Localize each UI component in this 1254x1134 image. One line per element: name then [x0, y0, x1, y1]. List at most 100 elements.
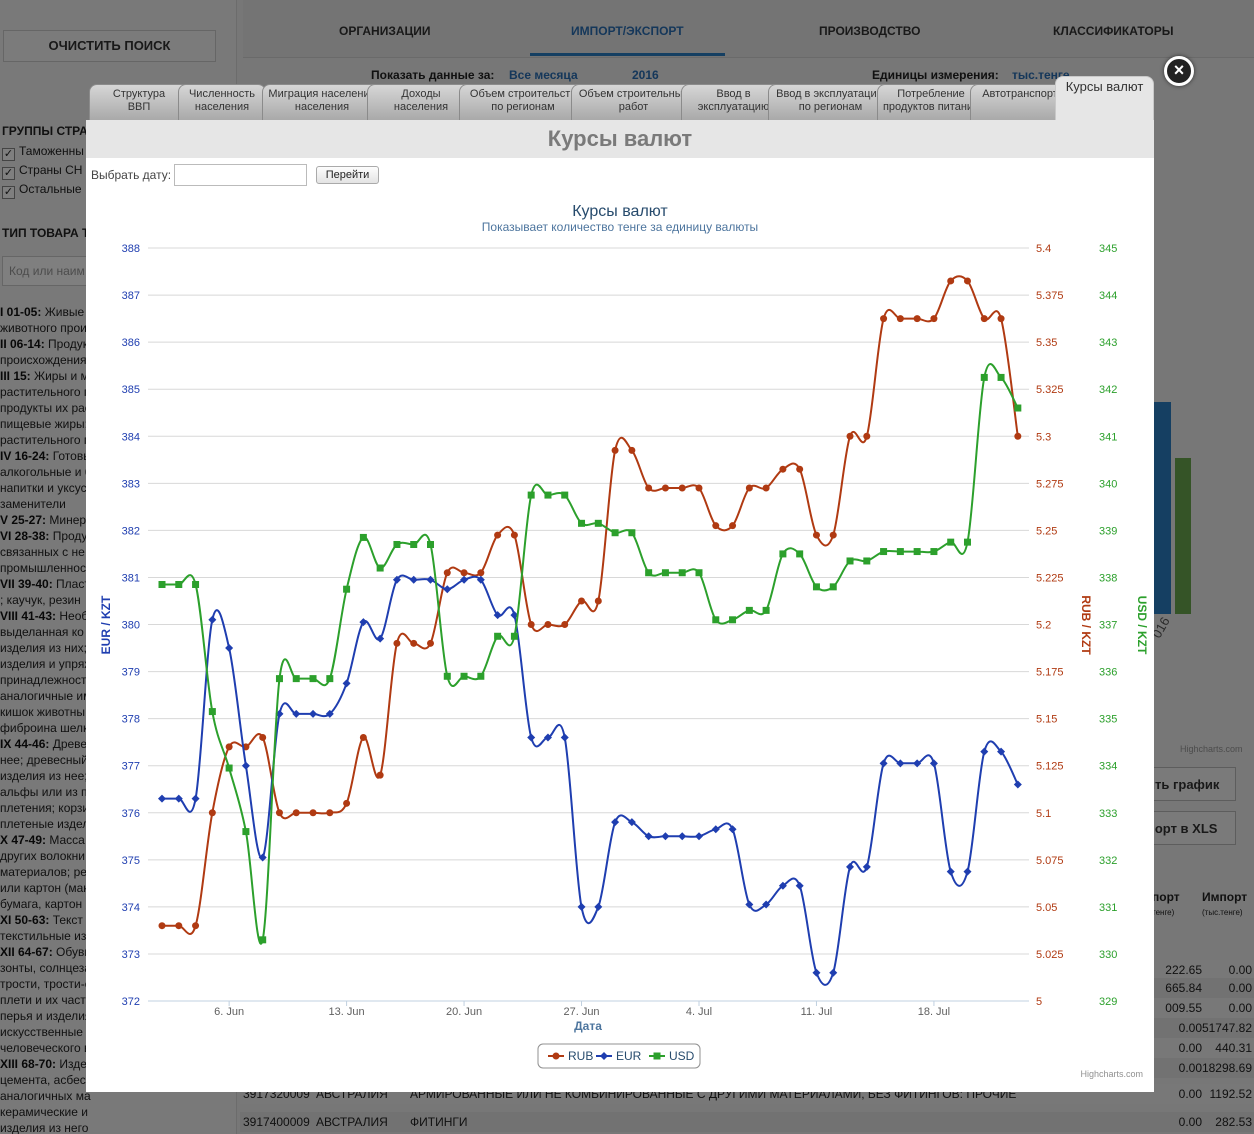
- data-point-rub[interactable]: [745, 484, 753, 492]
- data-point-usd[interactable]: [259, 936, 267, 944]
- legend-item-usd[interactable]: USD: [669, 1049, 695, 1063]
- data-point-rub[interactable]: [309, 809, 317, 817]
- data-point-usd[interactable]: [343, 585, 351, 593]
- data-point-eur[interactable]: [527, 733, 536, 742]
- data-point-eur[interactable]: [728, 825, 737, 834]
- data-point-rub[interactable]: [460, 569, 468, 577]
- data-point-usd[interactable]: [896, 548, 904, 556]
- data-point-rub[interactable]: [376, 771, 384, 779]
- data-point-usd[interactable]: [460, 672, 468, 680]
- data-point-usd[interactable]: [326, 675, 334, 683]
- data-point-rub[interactable]: [175, 922, 183, 930]
- data-point-usd[interactable]: [880, 548, 888, 556]
- data-point-eur[interactable]: [829, 968, 838, 977]
- data-point-usd[interactable]: [611, 529, 619, 537]
- data-point-rub[interactable]: [443, 569, 451, 577]
- data-point-eur[interactable]: [594, 902, 603, 911]
- data-point-eur[interactable]: [846, 862, 855, 871]
- data-point-usd[interactable]: [510, 632, 518, 640]
- data-point-usd[interactable]: [628, 529, 636, 537]
- legend-symbol-rub[interactable]: [552, 1052, 560, 1060]
- data-point-usd[interactable]: [426, 540, 434, 548]
- modal-tab[interactable]: Ввод в эксплуатацию по регионам: [768, 84, 893, 120]
- data-point-rub[interactable]: [762, 484, 770, 492]
- data-point-usd[interactable]: [729, 616, 737, 624]
- data-point-eur[interactable]: [1013, 780, 1022, 789]
- data-point-eur[interactable]: [946, 867, 955, 876]
- data-point-rub[interactable]: [628, 446, 636, 454]
- data-point-rub[interactable]: [695, 484, 703, 492]
- data-point-eur[interactable]: [862, 862, 871, 871]
- data-point-rub[interactable]: [410, 639, 418, 647]
- data-point-eur[interactable]: [577, 902, 586, 911]
- data-point-rub[interactable]: [661, 484, 669, 492]
- data-point-rub[interactable]: [578, 597, 586, 605]
- data-point-eur[interactable]: [795, 881, 804, 890]
- legend-symbol-usd[interactable]: [653, 1052, 661, 1060]
- data-point-usd[interactable]: [192, 580, 200, 588]
- data-point-usd[interactable]: [376, 564, 384, 572]
- data-point-rub[interactable]: [712, 522, 720, 530]
- data-point-usd[interactable]: [158, 580, 166, 588]
- data-point-usd[interactable]: [410, 540, 418, 548]
- data-point-rub[interactable]: [494, 531, 502, 539]
- data-point-rub[interactable]: [527, 621, 535, 628]
- data-point-rub[interactable]: [863, 432, 871, 440]
- data-point-eur[interactable]: [812, 968, 821, 977]
- data-point-eur[interactable]: [560, 733, 569, 742]
- data-point-eur[interactable]: [158, 794, 166, 803]
- data-point-usd[interactable]: [829, 583, 837, 591]
- data-point-usd[interactable]: [208, 708, 216, 716]
- data-point-usd[interactable]: [863, 557, 871, 565]
- data-point-usd[interactable]: [712, 616, 720, 624]
- data-point-usd[interactable]: [1014, 404, 1022, 412]
- data-point-rub[interactable]: [292, 809, 300, 817]
- modal-tab[interactable]: Численность населения: [178, 84, 266, 120]
- data-point-usd[interactable]: [779, 550, 787, 558]
- data-point-eur[interactable]: [309, 709, 318, 718]
- data-point-rub[interactable]: [796, 465, 804, 473]
- data-point-rub[interactable]: [594, 597, 602, 605]
- data-point-rub[interactable]: [510, 531, 518, 539]
- data-point-rub[interactable]: [812, 531, 820, 539]
- data-point-eur[interactable]: [208, 615, 217, 624]
- data-point-eur[interactable]: [191, 794, 200, 803]
- data-point-rub[interactable]: [880, 315, 888, 323]
- modal-tab[interactable]: Объем строительных работ: [571, 84, 696, 120]
- data-point-eur[interactable]: [443, 585, 452, 594]
- data-point-rub[interactable]: [208, 809, 216, 817]
- legend-item-eur[interactable]: EUR: [616, 1049, 642, 1063]
- data-point-usd[interactable]: [578, 519, 586, 527]
- data-point-usd[interactable]: [561, 491, 569, 499]
- data-point-rub[interactable]: [980, 315, 988, 323]
- data-point-usd[interactable]: [309, 675, 317, 683]
- data-point-usd[interactable]: [745, 606, 753, 614]
- highcharts-credit[interactable]: Highcharts.com: [1080, 1069, 1143, 1079]
- data-point-rub[interactable]: [225, 743, 233, 751]
- data-point-usd[interactable]: [359, 533, 367, 541]
- data-point-usd[interactable]: [175, 580, 183, 588]
- data-point-usd[interactable]: [846, 557, 854, 565]
- data-point-rub[interactable]: [426, 639, 434, 647]
- data-point-rub[interactable]: [343, 799, 351, 807]
- data-point-rub[interactable]: [846, 432, 854, 440]
- data-point-rub[interactable]: [678, 484, 686, 492]
- data-point-usd[interactable]: [225, 764, 233, 772]
- data-point-usd[interactable]: [796, 550, 804, 558]
- data-point-usd[interactable]: [661, 569, 669, 577]
- data-point-usd[interactable]: [242, 828, 250, 836]
- modal-tab[interactable]: Миграция населения населения: [262, 84, 382, 120]
- data-point-eur[interactable]: [376, 634, 385, 643]
- data-point-rub[interactable]: [947, 277, 955, 285]
- data-point-eur[interactable]: [711, 825, 720, 834]
- data-point-usd[interactable]: [997, 373, 1005, 381]
- data-point-rub[interactable]: [779, 465, 787, 473]
- data-point-rub[interactable]: [275, 809, 283, 817]
- data-point-eur[interactable]: [342, 679, 351, 688]
- data-point-rub[interactable]: [997, 315, 1005, 323]
- data-point-rub[interactable]: [544, 621, 552, 628]
- data-point-rub[interactable]: [829, 531, 837, 539]
- data-point-usd[interactable]: [527, 491, 535, 499]
- data-point-rub[interactable]: [192, 922, 200, 930]
- data-point-eur[interactable]: [241, 761, 250, 770]
